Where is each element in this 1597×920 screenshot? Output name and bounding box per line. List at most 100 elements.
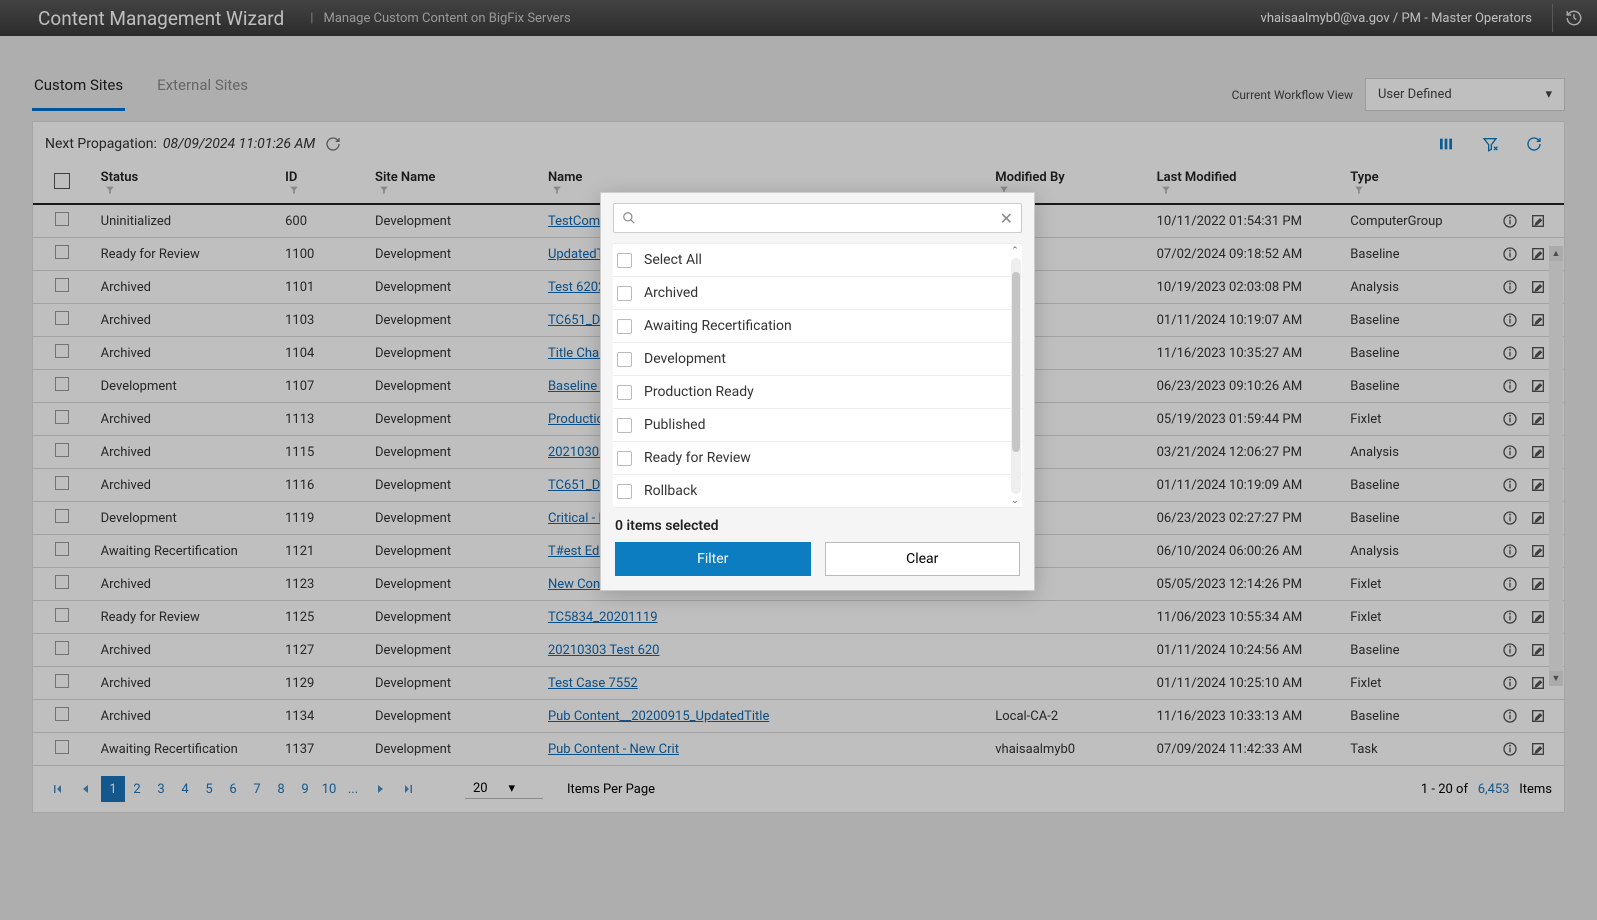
filter-option[interactable]: Awaiting Recertification (613, 310, 1022, 343)
page-number[interactable]: 7 (245, 776, 269, 802)
info-icon[interactable] (1502, 642, 1518, 658)
page-number[interactable]: 5 (197, 776, 221, 802)
page-number[interactable]: 1 (101, 776, 125, 802)
edit-icon[interactable] (1530, 543, 1546, 559)
row-checkbox[interactable] (55, 641, 69, 655)
close-icon[interactable]: ✕ (1000, 209, 1013, 228)
filter-icon[interactable] (552, 185, 562, 195)
page-first[interactable] (45, 776, 69, 802)
edit-icon[interactable] (1530, 609, 1546, 625)
row-checkbox[interactable] (55, 410, 69, 424)
page-prev[interactable] (73, 776, 97, 802)
row-checkbox[interactable] (55, 278, 69, 292)
row-checkbox[interactable] (55, 608, 69, 622)
info-icon[interactable] (1502, 741, 1518, 757)
filter-checkbox[interactable] (617, 385, 632, 400)
page-number[interactable]: 4 (173, 776, 197, 802)
columns-icon[interactable] (1438, 136, 1454, 152)
info-icon[interactable] (1502, 543, 1518, 559)
page-number[interactable]: 2 (125, 776, 149, 802)
row-checkbox[interactable] (55, 476, 69, 490)
page-last[interactable] (397, 776, 421, 802)
row-checkbox[interactable] (55, 542, 69, 556)
info-icon[interactable] (1502, 609, 1518, 625)
filter-option[interactable]: Archived (613, 277, 1022, 310)
refresh-table-icon[interactable] (1526, 136, 1542, 152)
row-checkbox[interactable] (55, 377, 69, 391)
refresh-icon[interactable] (325, 136, 341, 152)
tab-custom-sites[interactable]: Custom Sites (32, 64, 125, 111)
row-checkbox[interactable] (55, 674, 69, 688)
edit-icon[interactable] (1530, 576, 1546, 592)
edit-icon[interactable] (1530, 411, 1546, 427)
info-icon[interactable] (1502, 510, 1518, 526)
filter-icon[interactable] (379, 185, 389, 195)
col-modified-by-header[interactable]: Modified By (995, 170, 1064, 185)
filter-checkbox[interactable] (617, 352, 632, 367)
filter-checkbox[interactable] (617, 484, 632, 499)
info-icon[interactable] (1502, 708, 1518, 724)
tab-external-sites[interactable]: External Sites (155, 64, 250, 111)
row-checkbox[interactable] (55, 344, 69, 358)
filter-option[interactable]: Ready for Review (613, 442, 1022, 475)
page-number[interactable]: 9 (293, 776, 317, 802)
edit-icon[interactable] (1530, 213, 1546, 229)
info-icon[interactable] (1502, 246, 1518, 262)
row-name-link[interactable]: 20210303 Test 620 (548, 643, 660, 658)
workflow-view-select[interactable]: User Defined ▾ (1365, 78, 1565, 111)
filter-checkbox[interactable] (617, 418, 632, 433)
row-checkbox[interactable] (55, 575, 69, 589)
info-icon[interactable] (1502, 675, 1518, 691)
row-checkbox[interactable] (55, 212, 69, 226)
edit-icon[interactable] (1530, 312, 1546, 328)
history-icon[interactable] (1565, 9, 1583, 27)
edit-icon[interactable] (1530, 345, 1546, 361)
filter-icon[interactable] (1161, 185, 1171, 195)
filter-icon[interactable] (105, 185, 115, 195)
table-scrollbar[interactable]: ▲ ▼ (1549, 246, 1563, 686)
edit-icon[interactable] (1530, 378, 1546, 394)
page-number[interactable]: 8 (269, 776, 293, 802)
page-number[interactable]: 3 (149, 776, 173, 802)
filter-checkbox[interactable] (617, 319, 632, 334)
edit-icon[interactable] (1530, 246, 1546, 262)
edit-icon[interactable] (1530, 477, 1546, 493)
scroll-up-icon[interactable]: ▲ (1549, 246, 1563, 261)
info-icon[interactable] (1502, 345, 1518, 361)
info-icon[interactable] (1502, 576, 1518, 592)
edit-icon[interactable] (1530, 510, 1546, 526)
row-name-link[interactable]: Pub Content__20200915_UpdatedTitle (548, 709, 769, 724)
page-next[interactable] (369, 776, 393, 802)
page-number[interactable]: 10 (317, 776, 341, 802)
col-status-header[interactable]: Status (101, 170, 139, 185)
info-icon[interactable] (1502, 378, 1518, 394)
info-icon[interactable] (1502, 213, 1518, 229)
scroll-down-icon[interactable]: ▼ (1549, 671, 1563, 686)
row-name-link[interactable]: Pub Content - New Crit (548, 742, 679, 757)
filter-option[interactable]: Published (613, 409, 1022, 442)
filter-checkbox[interactable] (617, 253, 632, 268)
row-checkbox[interactable] (55, 311, 69, 325)
info-icon[interactable] (1502, 477, 1518, 493)
filter-icon[interactable] (289, 185, 299, 195)
filter-search-input[interactable] (642, 211, 1000, 226)
row-name-link[interactable]: TC5834_20201119 (548, 610, 658, 625)
filter-option[interactable]: Select All (613, 244, 1022, 277)
select-all-checkbox[interactable] (54, 173, 70, 189)
info-icon[interactable] (1502, 444, 1518, 460)
col-site-header[interactable]: Site Name (375, 170, 435, 185)
filter-icon[interactable] (1354, 185, 1364, 195)
edit-icon[interactable] (1530, 741, 1546, 757)
row-checkbox[interactable] (55, 740, 69, 754)
row-checkbox[interactable] (55, 245, 69, 259)
row-checkbox[interactable] (55, 509, 69, 523)
filter-checkbox[interactable] (617, 286, 632, 301)
scroll-up-icon[interactable]: ⌃ (1008, 244, 1022, 258)
col-id-header[interactable]: ID (285, 170, 297, 185)
col-name-header[interactable]: Name (548, 170, 582, 185)
info-icon[interactable] (1502, 312, 1518, 328)
info-icon[interactable] (1502, 279, 1518, 295)
row-name-link[interactable]: Test 6202 (548, 280, 605, 295)
items-per-page-select[interactable]: 20 ▾ (465, 779, 543, 799)
col-type-header[interactable]: Type (1350, 170, 1378, 185)
